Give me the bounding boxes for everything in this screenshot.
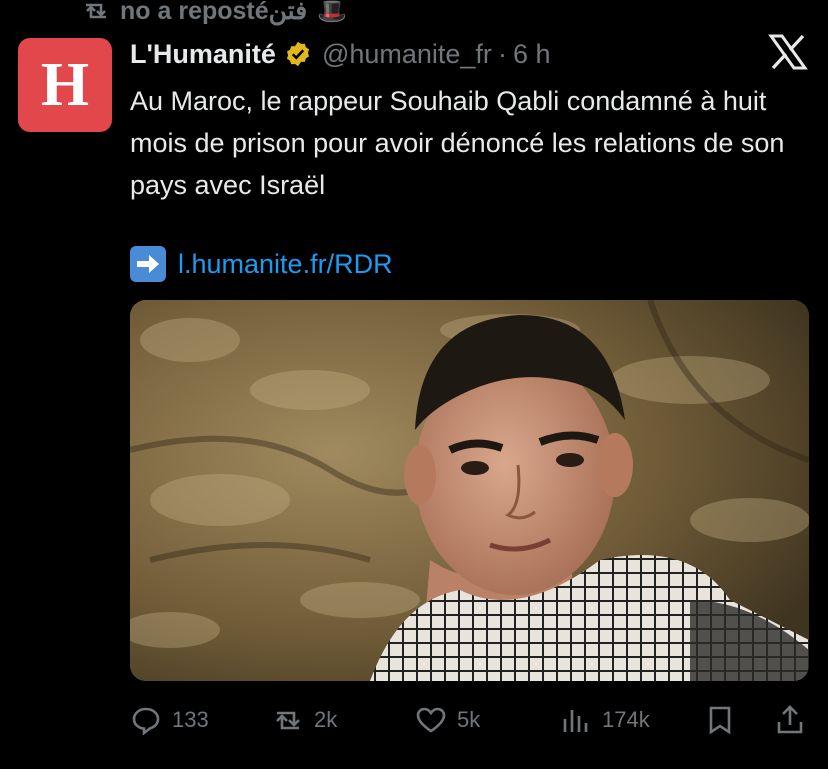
views-chart-icon: [563, 710, 588, 732]
like-button[interactable]: 5k: [415, 700, 480, 740]
author-handle[interactable]: @humanite_fr: [322, 39, 492, 70]
heart-icon: [416, 707, 446, 733]
bookmark-button[interactable]: [704, 700, 736, 740]
verified-badge-icon[interactable]: [284, 40, 312, 68]
reply-count: 133: [172, 707, 209, 732]
repost-button[interactable]: 2k: [272, 700, 337, 740]
tweet-header: L'Humanité @humanite_fr · 6 h: [130, 34, 550, 74]
avatar-letter: H: [40, 51, 90, 119]
author-name[interactable]: L'Humanité: [130, 39, 276, 70]
tweet-text: Au Maroc, le rappeur Souhaib Qabli conda…: [130, 86, 785, 200]
like-count: 5k: [457, 707, 481, 732]
right-arrow-icon: [130, 246, 166, 282]
reposter-emoji-icon: 🎩: [317, 0, 348, 25]
x-logo-icon[interactable]: [768, 34, 808, 70]
reply-button[interactable]: 133: [130, 700, 209, 740]
avatar[interactable]: H: [18, 38, 112, 132]
repost-icon: [86, 3, 106, 19]
repost-count: 2k: [314, 707, 338, 732]
timestamp[interactable]: 6 h: [513, 39, 551, 70]
repost-text[interactable]: no a reposté: [120, 0, 269, 26]
views-button[interactable]: 174k: [560, 700, 650, 740]
tweet-link[interactable]: l.humanite.fr/RDR: [178, 249, 393, 280]
tweet-image[interactable]: [130, 300, 809, 681]
share-button[interactable]: [774, 700, 806, 740]
repost-header: no a reposté فتن 🎩: [82, 0, 347, 26]
repost-action-icon: [276, 711, 300, 730]
share-icon: [777, 705, 803, 734]
separator: ·: [497, 38, 507, 69]
repost-user-name[interactable]: فتن: [269, 0, 308, 26]
views-count: 174k: [602, 707, 650, 732]
bookmark-icon: [709, 706, 731, 735]
reply-icon: [132, 707, 160, 735]
portrait-photo: [130, 300, 809, 681]
link-row: l.humanite.fr/RDR: [130, 244, 393, 284]
